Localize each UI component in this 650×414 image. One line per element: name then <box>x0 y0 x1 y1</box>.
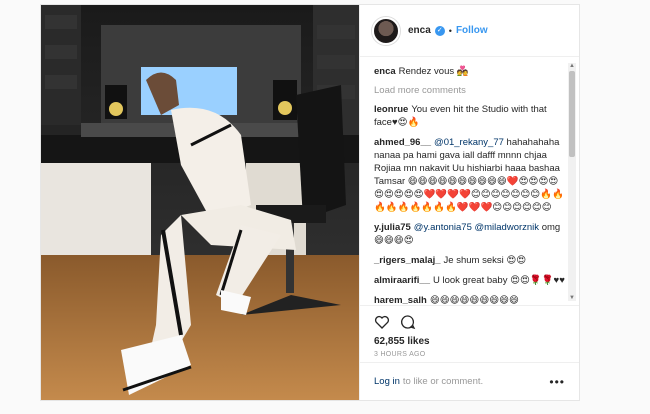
comment-text: U look great baby 😍😍🌹🌹♥♥ <box>432 275 565 286</box>
post-card: enca ✓ • Follow enca Rendez vous 💑 Load m… <box>40 4 580 401</box>
comment-username[interactable]: ahmed_96__ <box>374 137 431 148</box>
comment-item: ahmed_96__ @01_rekany_77 hahahahaha nanaa… <box>374 136 565 214</box>
studio-photo <box>41 5 359 400</box>
username[interactable]: enca <box>408 25 431 36</box>
post-sidebar: enca ✓ • Follow enca Rendez vous 💑 Load m… <box>359 5 579 400</box>
comment-text: 😄😄😄😄😄😄😄😄😄 <box>429 295 519 305</box>
login-bar: Log in to like or comment. ••• <box>360 362 579 400</box>
caption: enca Rendez vous 💑 <box>374 65 565 78</box>
comment-text: Je shum seksi 😍😍 <box>443 255 527 266</box>
login-prompt: to like or comment. <box>402 376 484 387</box>
comment-item: harem_salh 😄😄😄😄😄😄😄😄😄 <box>374 294 565 305</box>
scroll-down-arrow-icon[interactable]: ▼ <box>568 295 576 301</box>
login-link[interactable]: Log in <box>374 376 400 387</box>
comment-item: leonrue You even hit the Studio with that… <box>374 103 565 129</box>
comment-text: hahahahaha nanaa pa hami gava iall dafff… <box>374 137 564 213</box>
post-actions: 62,855 likes 3 HOURS AGO <box>360 305 579 362</box>
comment-text: Rendez vous 💑 <box>398 66 469 77</box>
comments-list[interactable]: enca Rendez vous 💑 Load more comments leo… <box>360 57 579 305</box>
scroll-up-arrow-icon[interactable]: ▲ <box>568 63 576 69</box>
comment-mention[interactable]: @y.antonia75 @miladworznik <box>414 222 539 233</box>
comment-icon[interactable] <box>400 314 416 330</box>
scrollbar-thumb[interactable] <box>569 71 575 157</box>
avatar[interactable] <box>372 16 400 45</box>
comment-username[interactable]: _rigers_malaj_ <box>374 255 441 266</box>
comment-item: almiraarifi__ U look great baby 😍😍🌹🌹♥♥ <box>374 274 565 287</box>
comments-scrollbar[interactable]: ▲ ▼ <box>568 63 576 301</box>
comment-item: y.julia75 @y.antonia75 @miladworznik omg … <box>374 221 565 247</box>
comment-username[interactable]: almiraarifi__ <box>374 275 430 286</box>
post-photo[interactable] <box>41 5 359 400</box>
comment-username[interactable]: leonrue <box>374 104 408 115</box>
verified-badge-icon: ✓ <box>434 25 445 36</box>
comment-username[interactable]: harem_salh <box>374 295 427 305</box>
comment-mention[interactable]: @01_rekany_77 <box>434 137 504 148</box>
load-more-comments-link[interactable]: Load more comments <box>374 85 565 96</box>
post-header: enca ✓ • Follow <box>360 5 579 57</box>
heart-icon[interactable] <box>374 314 390 330</box>
comment-item: _rigers_malaj_ Je shum seksi 😍😍 <box>374 254 565 267</box>
likes-count[interactable]: 62,855 likes <box>374 336 565 347</box>
separator-dot: • <box>448 25 452 36</box>
comment-username[interactable]: enca <box>374 66 396 77</box>
post-timestamp[interactable]: 3 HOURS AGO <box>374 351 565 358</box>
comment-username[interactable]: y.julia75 <box>374 222 411 233</box>
follow-button[interactable]: Follow <box>456 25 488 36</box>
more-options-icon[interactable]: ••• <box>549 375 565 389</box>
